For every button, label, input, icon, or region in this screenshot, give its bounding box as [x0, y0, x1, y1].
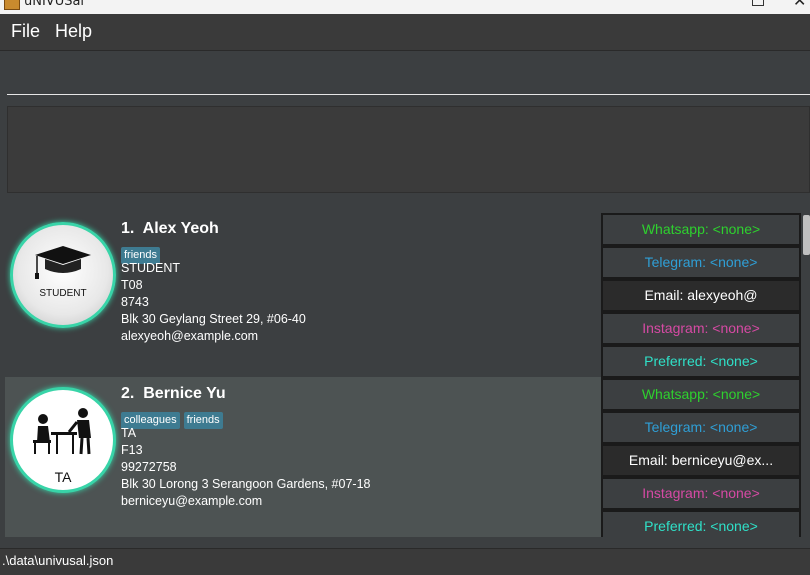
email-button[interactable]: Email: berniceyu@ex...	[601, 444, 801, 477]
result-display	[7, 106, 810, 193]
app-icon	[4, 0, 20, 10]
preferred-button[interactable]: Preferred: <none>	[601, 345, 801, 378]
command-input[interactable]	[7, 56, 810, 95]
graduation-cap-icon	[35, 246, 91, 279]
person-group: T08	[121, 278, 143, 292]
person-phone: 99272758	[121, 460, 177, 474]
avatar: STUDENT	[10, 222, 116, 328]
email-button[interactable]: Email: alexyeoh@	[601, 279, 801, 312]
maximize-icon[interactable]	[752, 0, 764, 6]
whatsapp-button[interactable]: Whatsapp: <none>	[601, 213, 801, 246]
preferred-button[interactable]: Preferred: <none>	[601, 510, 801, 537]
close-icon[interactable]: ✕	[793, 0, 806, 10]
list-scrollbar[interactable]	[803, 205, 810, 537]
tag: friends	[183, 412, 223, 429]
status-bar: .\data\univusal.json	[0, 548, 810, 575]
person-list: STUDENT 1. Alex Yeoh friends STUDENT T08…	[5, 205, 810, 537]
whatsapp-button[interactable]: Whatsapp: <none>	[601, 378, 801, 411]
person-role: STUDENT	[121, 261, 181, 275]
person-email: berniceyu@example.com	[121, 494, 263, 508]
instagram-button[interactable]: Instagram: <none>	[601, 312, 801, 345]
window-title-bar: uNIVUSal ✕	[0, 0, 810, 14]
tag-list: friends	[121, 243, 164, 264]
avatar: TA	[10, 387, 116, 493]
menu-help[interactable]: Help	[55, 21, 92, 42]
tag-list: colleagues friends	[121, 408, 227, 429]
instagram-button[interactable]: Instagram: <none>	[601, 477, 801, 510]
person-index: 2.	[121, 385, 135, 402]
person-phone: 8743	[121, 295, 149, 309]
person-group: F13	[121, 443, 143, 457]
person-address: Blk 30 Lorong 3 Serangoon Gardens, #07-1…	[121, 477, 371, 491]
person-card[interactable]: TA 2. Bernice Yu colleagues friends TA F1…	[5, 377, 601, 537]
person-index: 1.	[121, 220, 135, 237]
person-name: 2. Bernice Yu	[121, 385, 226, 403]
telegram-button[interactable]: Telegram: <none>	[601, 246, 801, 279]
person-name: 1. Alex Yeoh	[121, 220, 219, 238]
person-role: TA	[121, 426, 137, 440]
avatar-label: TA	[54, 469, 72, 485]
avatar-label: STUDENT	[39, 288, 87, 299]
menu-file[interactable]: File	[11, 21, 40, 42]
person-name-text: Bernice Yu	[143, 385, 226, 402]
telegram-button[interactable]: Telegram: <none>	[601, 411, 801, 444]
window-title: uNIVUSal	[24, 0, 85, 9]
scroll-thumb[interactable]	[803, 215, 810, 255]
menu-bar: File Help	[0, 14, 810, 51]
person-card[interactable]: STUDENT 1. Alex Yeoh friends STUDENT T08…	[5, 212, 601, 377]
person-name-text: Alex Yeoh	[142, 220, 219, 237]
person-email: alexyeoh@example.com	[121, 329, 259, 343]
person-address: Blk 30 Geylang Street 29, #06-40	[121, 312, 306, 326]
save-location: .\data\univusal.json	[2, 553, 114, 568]
